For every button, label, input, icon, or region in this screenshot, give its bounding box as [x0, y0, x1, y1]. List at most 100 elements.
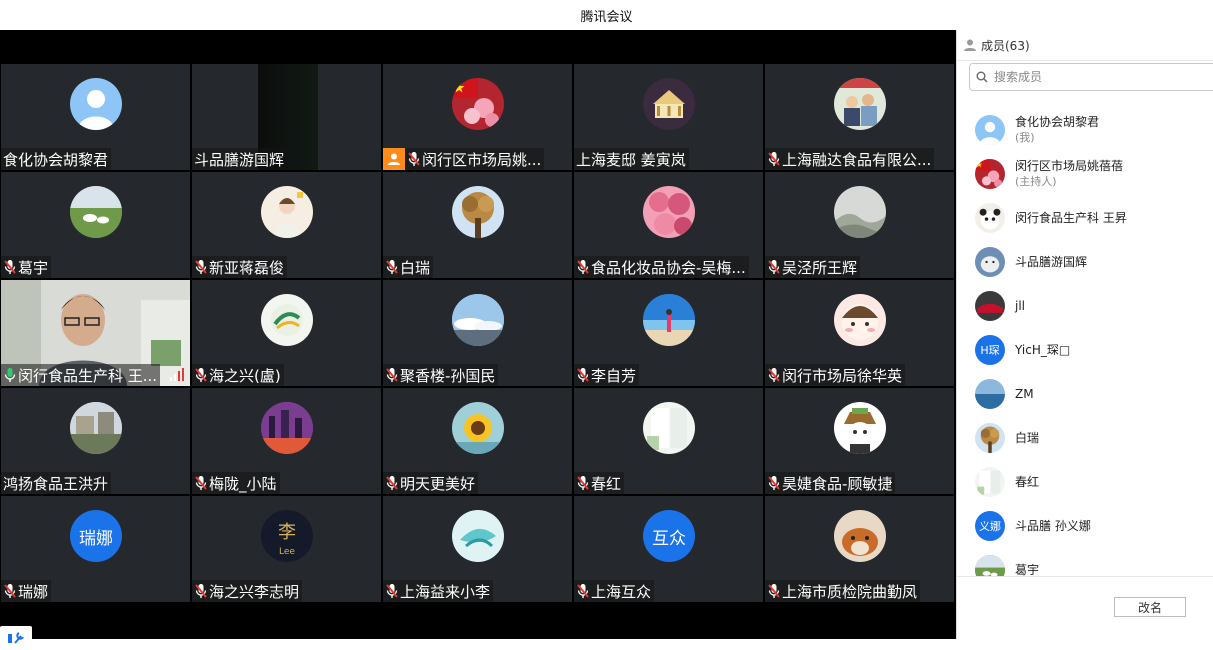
- participant-avatar: [643, 78, 695, 130]
- member-list-item[interactable]: jll: [957, 284, 1213, 328]
- participant-tile[interactable]: 上海益来小李: [383, 496, 572, 602]
- member-role: (我): [1015, 131, 1035, 144]
- avatar-initials: 义娜: [979, 520, 1001, 533]
- member-name: 闵行食品生产科 王昇: [1015, 210, 1127, 225]
- participant-name: 李自芳: [591, 366, 637, 385]
- participant-avatar: 李 Lee: [261, 510, 313, 562]
- participant-nameplate: 海之兴李志明: [192, 580, 303, 602]
- participant-avatar: [261, 186, 313, 238]
- participant-nameplate: 李自芳: [574, 364, 640, 386]
- participant-tile[interactable]: 闵行食品生产科 王...: [1, 280, 190, 386]
- host-badge: [383, 148, 405, 170]
- participant-tile[interactable]: 鸿扬食品王洪升: [1, 388, 190, 494]
- participant-tile[interactable]: 食品化妆品协会-吴梅...: [574, 172, 763, 278]
- member-list-item[interactable]: 葛宇: [957, 548, 1213, 576]
- participant-avatar: [70, 186, 122, 238]
- participant-tile[interactable]: 葛宇: [1, 172, 190, 278]
- member-list-item[interactable]: 义娜 斗品膳 孙义娜: [957, 504, 1213, 548]
- member-info: 闵行食品生产科 王昇: [1015, 211, 1127, 226]
- member-list-item[interactable]: 斗品膳游国辉: [957, 240, 1213, 284]
- participants-header: 成员(63): [957, 30, 1213, 61]
- participant-tile[interactable]: 白瑞: [383, 172, 572, 278]
- member-avatar: [975, 291, 1005, 321]
- mic-muted-icon: [768, 260, 780, 274]
- participant-tile[interactable]: 闵行市场局徐华英: [765, 280, 954, 386]
- participant-name: 梅陇_小陆: [209, 474, 277, 493]
- participant-nameplate: 闵行市场局徐华英: [765, 364, 906, 386]
- participant-name: 葛宇: [18, 258, 49, 277]
- participant-avatar: [261, 402, 313, 454]
- participant-nameplate: 梅陇_小陆: [192, 472, 280, 494]
- participant-avatar: 互众: [643, 510, 695, 562]
- participant-name: 上海市质检院曲勤凤: [782, 582, 918, 601]
- participant-tile[interactable]: 斗品膳游国辉: [192, 64, 381, 170]
- participant-avatar: [834, 510, 886, 562]
- participant-tile[interactable]: 闵行区市场局姚...: [383, 64, 572, 170]
- participant-nameplate: 闵行食品生产科 王...: [1, 364, 161, 386]
- rename-button[interactable]: 改名: [1114, 597, 1186, 617]
- member-list-item[interactable]: 食化协会胡黎君 (我): [957, 108, 1213, 152]
- member-list-item[interactable]: ZM: [957, 372, 1213, 416]
- floating-toolbar-button[interactable]: [0, 626, 32, 650]
- member-list-item[interactable]: H琛 YicH_琛□: [957, 328, 1213, 372]
- member-search-input[interactable]: [992, 69, 1196, 85]
- avatar-initials: 瑞娜: [79, 528, 113, 549]
- participant-tile[interactable]: 聚香楼-孙国民: [383, 280, 572, 386]
- participant-tile[interactable]: 瑞娜 瑞娜: [1, 496, 190, 602]
- participant-avatar: [834, 402, 886, 454]
- participant-name: 闵行市场局徐华英: [782, 366, 903, 385]
- participant-tile[interactable]: 海之兴(盧): [192, 280, 381, 386]
- member-list-item[interactable]: 白瑞: [957, 416, 1213, 460]
- participant-name: 白瑞: [400, 258, 431, 277]
- participant-tile[interactable]: 互众上海互众: [574, 496, 763, 602]
- member-list-item[interactable]: 闵行食品生产科 王昇: [957, 196, 1213, 240]
- member-name: jll: [1015, 298, 1026, 313]
- participant-tile[interactable]: 上海融达食品有限公...: [765, 64, 954, 170]
- participant-tile[interactable]: 食化协会胡黎君: [1, 64, 190, 170]
- mic-muted-icon: [577, 584, 589, 598]
- participant-tile[interactable]: 昊婕食品-顾敏捷: [765, 388, 954, 494]
- participant-tile[interactable]: 上海市质检院曲勤凤: [765, 496, 954, 602]
- avatar-initials: H琛: [980, 344, 1000, 357]
- participant-nameplate: 闵行区市场局姚...: [383, 148, 545, 170]
- participant-avatar: [70, 402, 122, 454]
- participant-avatar: [452, 78, 504, 130]
- participant-tile[interactable]: 新亚蒋磊俊: [192, 172, 381, 278]
- member-list-item[interactable]: 闵行区市场局姚蓓蓓 (主持人): [957, 152, 1213, 196]
- svg-text:李: 李: [278, 522, 296, 543]
- participant-nameplate: 海之兴(盧): [192, 364, 284, 386]
- participant-tile[interactable]: 李 Lee 海之兴李志明: [192, 496, 381, 602]
- participant-tile[interactable]: 明天更美好: [383, 388, 572, 494]
- participant-name: 上海互众: [591, 582, 652, 601]
- participant-tile[interactable]: 梅陇_小陆: [192, 388, 381, 494]
- participant-avatar: [452, 294, 504, 346]
- participant-avatar: [452, 186, 504, 238]
- participant-avatar: [643, 294, 695, 346]
- participant-avatar: [452, 402, 504, 454]
- participant-nameplate: 鸿扬食品王洪升: [1, 472, 112, 494]
- participant-avatar: 瑞娜: [70, 510, 122, 562]
- mic-muted-icon: [195, 476, 207, 490]
- participant-avatar: [643, 402, 695, 454]
- participant-tile[interactable]: 李自芳: [574, 280, 763, 386]
- participant-name: 闵行区市场局姚...: [422, 150, 542, 169]
- participant-tile[interactable]: 春红: [574, 388, 763, 494]
- participant-nameplate: 上海融达食品有限公...: [765, 148, 935, 170]
- participant-name: 上海融达食品有限公...: [782, 150, 932, 169]
- mic-muted-icon: [4, 260, 16, 274]
- participant-nameplate: 葛宇: [1, 256, 52, 278]
- member-search-box[interactable]: [969, 63, 1213, 91]
- mic-muted-icon: [768, 584, 780, 598]
- member-list-item[interactable]: 春红: [957, 460, 1213, 504]
- mic-muted-icon: [4, 584, 16, 598]
- participant-tile[interactable]: 上海麦邸 姜寅岚: [574, 64, 763, 170]
- mic-muted-icon: [386, 368, 398, 382]
- participant-tile[interactable]: 吴泾所王辉: [765, 172, 954, 278]
- mic-muted-icon: [195, 368, 207, 382]
- participant-name: 明天更美好: [400, 474, 476, 493]
- member-info: 斗品膳游国辉: [1015, 255, 1087, 270]
- member-avatar: [975, 159, 1005, 189]
- member-avatar: H琛: [975, 335, 1005, 365]
- member-info: 葛宇: [1015, 563, 1039, 577]
- host-person-icon: [388, 153, 400, 165]
